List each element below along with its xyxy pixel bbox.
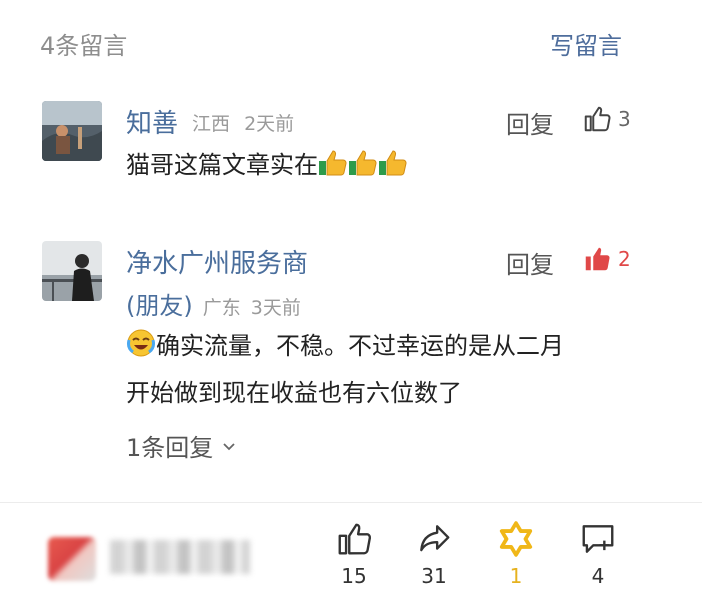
like-count: 15 [341, 564, 367, 588]
like-count: 3 [618, 107, 631, 131]
comment-like-button[interactable]: 3 [582, 104, 631, 134]
wow-star-icon [499, 521, 533, 557]
thumbs-up-icon [338, 523, 372, 555]
thumbs-up-icon [348, 148, 378, 191]
reply-button[interactable]: 回复 [506, 105, 554, 140]
comment-author[interactable]: 净水广州服务商 [126, 243, 308, 280]
comment-location: 江西 [192, 113, 231, 135]
comment-author[interactable]: 知善 [126, 103, 178, 140]
comment-add-icon [582, 525, 614, 553]
comment-button[interactable]: 4 [568, 520, 628, 588]
comment-body-line1: 确实流量，不稳。不过幸运的是从二月 [156, 332, 564, 360]
blurred-author-name [110, 540, 250, 574]
friend-tag: (朋友) [126, 292, 193, 320]
thumbs-up-icon [378, 148, 408, 191]
comment-time: 3天前 [250, 297, 301, 319]
comment-text: 确实流量，不稳。不过幸运的是从二月 开始做到现在收益也有六位数了 [126, 325, 646, 415]
thumbs-up-icon [584, 106, 611, 132]
comment-text: 猫哥这篇文章实在 [126, 144, 408, 191]
avatar[interactable] [42, 101, 102, 161]
avatar [48, 537, 96, 581]
comment-location: 广东 [202, 297, 241, 319]
crying-laugh-icon [126, 328, 156, 372]
divider [0, 502, 702, 503]
write-comment-button[interactable]: 写留言 [550, 26, 622, 61]
comment-body: 猫哥这篇文章实在 [126, 151, 318, 179]
view-replies-button[interactable]: 1条回复 [126, 428, 237, 463]
share-button[interactable]: 31 [404, 520, 464, 588]
wow-count: 1 [509, 564, 523, 588]
more-replies-label: 1条回复 [126, 434, 214, 462]
reply-button[interactable]: 回复 [506, 245, 554, 280]
thumbs-up-icon [318, 148, 348, 191]
share-icon [420, 525, 450, 552]
comment-count-title: 4条留言 [40, 32, 128, 60]
share-count: 31 [421, 564, 447, 588]
chevron-down-icon [223, 442, 235, 450]
comment-count: 4 [591, 564, 605, 588]
comment-body-line2: 开始做到现在收益也有六位数了 [126, 379, 462, 407]
wow-button[interactable]: 1 [486, 520, 546, 588]
comment-like-button[interactable]: 2 [582, 244, 631, 274]
like-count: 2 [618, 247, 631, 271]
comment-time: 2天前 [244, 113, 295, 135]
avatar[interactable] [42, 241, 102, 301]
thumbs-up-filled-icon [585, 247, 610, 271]
like-article-button[interactable]: 15 [324, 520, 384, 588]
